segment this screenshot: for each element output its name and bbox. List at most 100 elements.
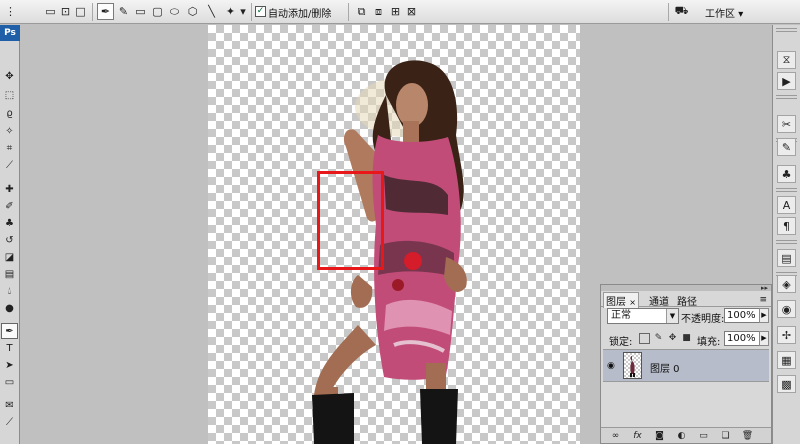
marquee-tool-icon[interactable]: ⬚: [1, 87, 18, 103]
fill-slider-arrow[interactable]: ▶: [759, 331, 769, 346]
blend-mode-select[interactable]: 正常 ▼: [607, 308, 679, 324]
lock-image-icon[interactable]: ✎: [653, 333, 664, 344]
line-shape-icon[interactable]: ╲: [203, 3, 220, 20]
polygon-shape-icon[interactable]: ⬡: [184, 3, 201, 20]
paragraph-panel-icon[interactable]: ¶: [777, 217, 796, 235]
auto-add-delete-checkbox[interactable]: ✓: [255, 6, 266, 17]
intersect-path-icon[interactable]: ⊞: [387, 3, 404, 20]
history-panel-icon[interactable]: ⧖: [777, 51, 796, 69]
fill-input[interactable]: 100%: [724, 331, 764, 346]
separator: [251, 3, 252, 21]
ps-logo: Ps: [0, 25, 20, 41]
brushes-panel-icon[interactable]: ✎: [777, 138, 796, 156]
layer-row[interactable]: ◉ 图层 0: [603, 349, 769, 382]
clone-stamp-icon[interactable]: ♣: [1, 215, 18, 231]
chevron-down-icon: ▾: [738, 9, 744, 20]
separator: [668, 3, 669, 21]
selection-rectangle: [317, 171, 384, 270]
workspace-label: 工作区: [705, 9, 735, 20]
crop-tool-icon[interactable]: ⌗: [1, 140, 18, 156]
fill-pixels-icon[interactable]: □: [72, 3, 89, 20]
quick-selection-icon[interactable]: ✧: [1, 123, 18, 139]
character-panel-icon[interactable]: A: [777, 196, 796, 214]
tab-channels[interactable]: 通道: [647, 293, 671, 308]
styles-panel-icon[interactable]: ▩: [777, 375, 796, 393]
move-tool-icon[interactable]: ✥: [1, 68, 18, 84]
eye-icon[interactable]: ◉: [607, 361, 615, 371]
panel-menu-icon[interactable]: ≡: [759, 295, 767, 305]
brush-tool-icon[interactable]: ✐: [1, 198, 18, 214]
layer-style-icon[interactable]: fx: [631, 430, 644, 442]
new-layer-icon[interactable]: ❑: [719, 430, 732, 442]
dock-grip[interactable]: [776, 240, 797, 244]
freeform-pen-icon[interactable]: ✎: [115, 3, 132, 20]
chevron-down-icon: ▼: [666, 309, 678, 323]
opacity-label: 不透明度:: [681, 314, 725, 325]
tab-label: 图层: [606, 297, 626, 308]
separator: [348, 3, 349, 21]
blur-tool-icon[interactable]: 💧︎: [1, 283, 18, 299]
new-group-icon[interactable]: ▭: [697, 430, 710, 442]
opacity-input[interactable]: 100%: [724, 308, 764, 323]
dock-grip[interactable]: [776, 95, 797, 99]
channels-panel-icon[interactable]: ◉: [777, 300, 796, 318]
custom-shape-icon[interactable]: ✦: [222, 3, 239, 20]
close-icon[interactable]: ×: [629, 298, 636, 307]
link-layers-icon[interactable]: ∞: [609, 430, 622, 442]
photoshop-window: ⋮ ▭ ⊡ □ ✒ ✎ ▭ ▢ ⬭ ⬡ ╲ ✦ ▾ ✓ 自动添加/删除 ⧉ ⧈ …: [0, 0, 800, 444]
adjustment-layer-icon[interactable]: ◐: [675, 430, 688, 442]
layer-name: 图层 0: [650, 364, 680, 375]
rounded-rectangle-icon[interactable]: ▢: [149, 3, 166, 20]
add-mask-icon[interactable]: ◙: [653, 430, 666, 442]
tool-presets-icon[interactable]: ✂: [777, 115, 796, 133]
opacity-slider-arrow[interactable]: ▶: [759, 308, 769, 323]
lasso-tool-icon[interactable]: ϱ: [1, 105, 18, 121]
document-canvas[interactable]: [208, 25, 580, 444]
swatches-panel-icon[interactable]: ▦: [777, 351, 796, 369]
gradient-tool-icon[interactable]: ▤: [1, 266, 18, 282]
actions-panel-icon[interactable]: ▶: [777, 72, 796, 90]
exclude-overlap-icon[interactable]: ⊠: [403, 3, 420, 20]
add-to-path-area-icon[interactable]: ⧉: [353, 3, 370, 20]
subtract-from-path-icon[interactable]: ⧈: [370, 3, 387, 20]
delete-layer-icon[interactable]: 🗑︎: [741, 430, 754, 442]
tab-paths[interactable]: 路径: [675, 293, 699, 308]
woman-photo: [312, 60, 467, 444]
lock-position-icon[interactable]: ✥: [667, 333, 678, 344]
workspace-menu[interactable]: 工作区 ▾: [705, 5, 743, 20]
lock-label: 锁定:: [609, 337, 633, 348]
eraser-tool-icon[interactable]: ◪: [1, 249, 18, 265]
healing-brush-icon[interactable]: ✚: [1, 181, 18, 197]
paths-panel-icon[interactable]: ✢: [777, 326, 796, 344]
layers-panel: ▸▸ 图层 × 通道 路径 色板 样式 ≡ 正常 ▼ 不透明度: 100% ▶ …: [600, 284, 772, 444]
pen-tool-icon[interactable]: ✒: [1, 323, 18, 339]
type-tool-icon[interactable]: T: [1, 340, 18, 356]
layer-comps-icon[interactable]: ▤: [777, 249, 796, 267]
eyedropper-tool-icon[interactable]: ⟋: [1, 414, 18, 430]
tab-layers[interactable]: 图层 ×: [603, 292, 639, 308]
clone-source-icon[interactable]: ♣: [777, 165, 796, 183]
layer-thumbnail: [623, 352, 642, 379]
pen-tool-icon[interactable]: ✒: [97, 3, 114, 20]
lock-all-icon[interactable]: ■: [681, 333, 692, 344]
panel-footer: ∞ fx ◙ ◐ ▭ ❑ 🗑︎: [601, 427, 771, 443]
options-grip-icon: ⋮: [5, 5, 16, 18]
auto-add-delete-label: 自动添加/删除: [268, 9, 332, 20]
bridge-icon[interactable]: ⛟: [673, 3, 690, 20]
layers-panel-icon[interactable]: ◈: [777, 275, 796, 293]
history-brush-icon[interactable]: ↺: [1, 232, 18, 248]
dock-grip[interactable]: [776, 188, 797, 192]
rectangle-shape-icon[interactable]: ▭: [132, 3, 149, 20]
dropdown-arrow-icon[interactable]: ▾: [238, 3, 248, 20]
notes-tool-icon[interactable]: ✉: [1, 397, 18, 413]
path-selection-icon[interactable]: ➤: [1, 357, 18, 373]
separator: [92, 3, 93, 21]
shape-tool-icon[interactable]: ▭: [1, 374, 18, 390]
ellipse-shape-icon[interactable]: ⬭: [166, 3, 183, 20]
blend-mode-value: 正常: [611, 310, 631, 321]
options-bar: ⋮ ▭ ⊡ □ ✒ ✎ ▭ ▢ ⬭ ⬡ ╲ ✦ ▾ ✓ 自动添加/删除 ⧉ ⧈ …: [0, 0, 800, 24]
slice-tool-icon[interactable]: ⟋: [1, 157, 18, 173]
lock-transparent-icon[interactable]: [639, 333, 650, 344]
dock-grip[interactable]: [776, 28, 797, 32]
dodge-tool-icon[interactable]: ●: [1, 300, 18, 316]
